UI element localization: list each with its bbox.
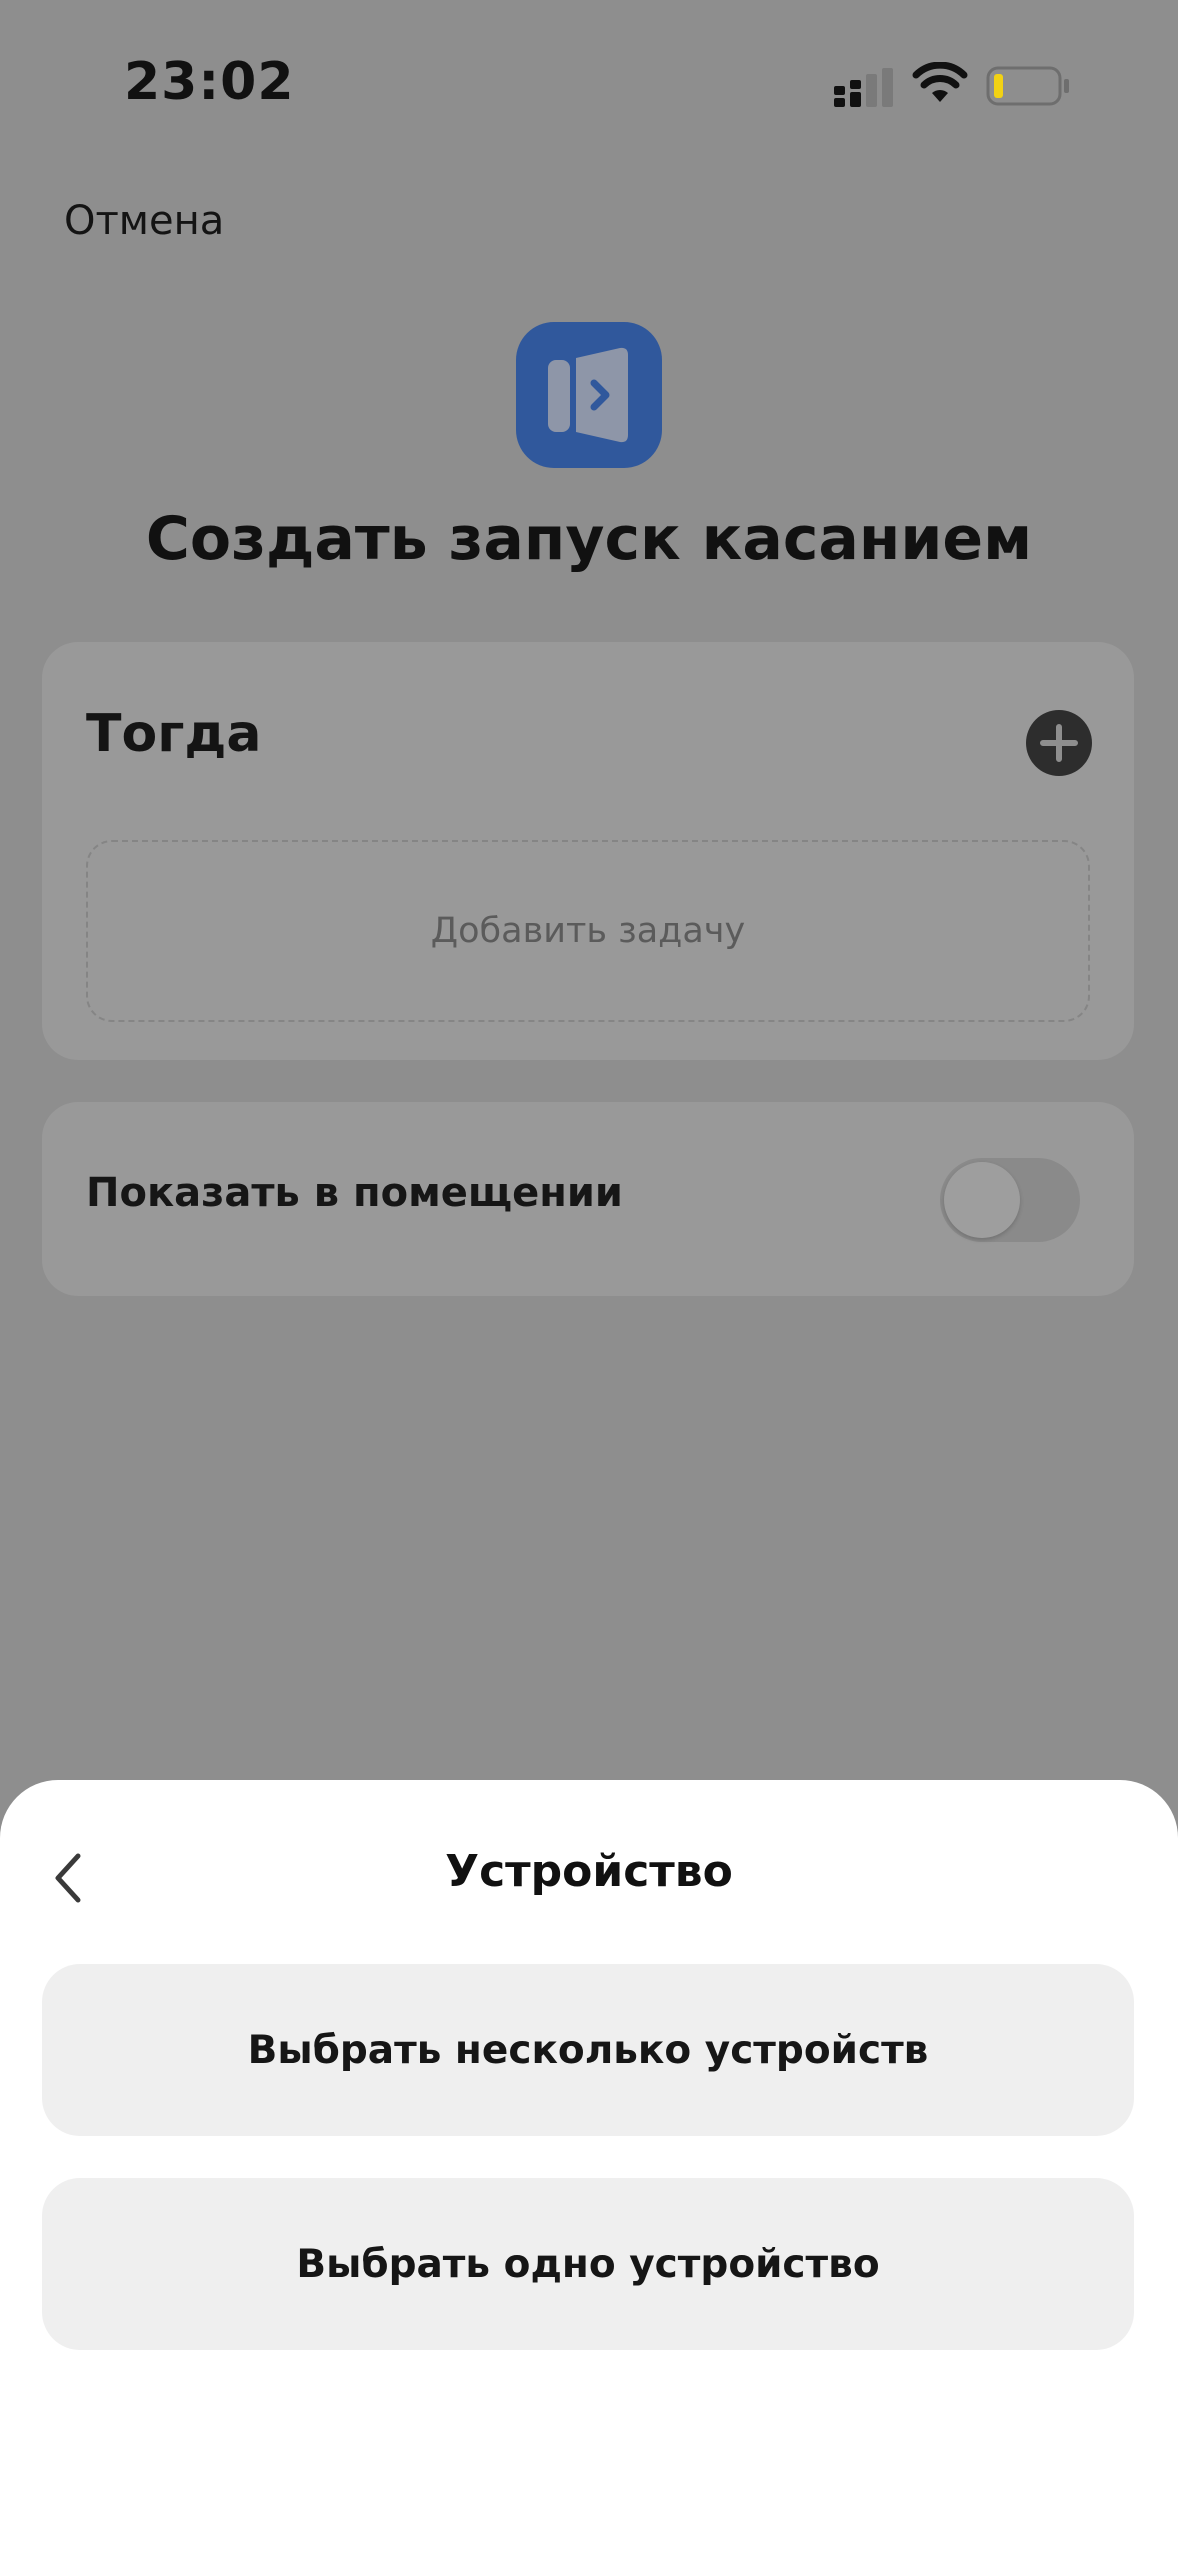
show-in-room-toggle[interactable] <box>940 1158 1080 1242</box>
show-in-room-card: Показать в помещении <box>42 1102 1134 1296</box>
add-task-button[interactable]: Добавить задачу <box>86 840 1090 1022</box>
toggle-knob <box>944 1162 1020 1238</box>
status-time: 23:02 <box>124 52 295 112</box>
wifi-icon <box>912 62 968 102</box>
select-single-device-button[interactable]: Выбрать одно устройство <box>42 2178 1134 2350</box>
select-multiple-devices-button[interactable]: Выбрать несколько устройств <box>42 1964 1134 2136</box>
plus-icon[interactable] <box>1026 710 1092 776</box>
then-card: Тогда Добавить задачу <box>42 642 1134 1060</box>
page-title: Создать запуск касанием <box>145 504 1033 574</box>
signal-icon <box>834 68 893 107</box>
sheet-title: Устройство <box>445 1846 733 1897</box>
show-in-room-label: Показать в помещении <box>86 1170 623 1216</box>
device-sheet: Устройство Выбрать несколько устройств В… <box>0 1780 1178 2560</box>
cancel-button[interactable]: Отмена <box>64 198 224 244</box>
battery-icon <box>986 66 1069 106</box>
then-label: Тогда <box>86 704 262 764</box>
tap-to-run-icon <box>516 322 662 468</box>
